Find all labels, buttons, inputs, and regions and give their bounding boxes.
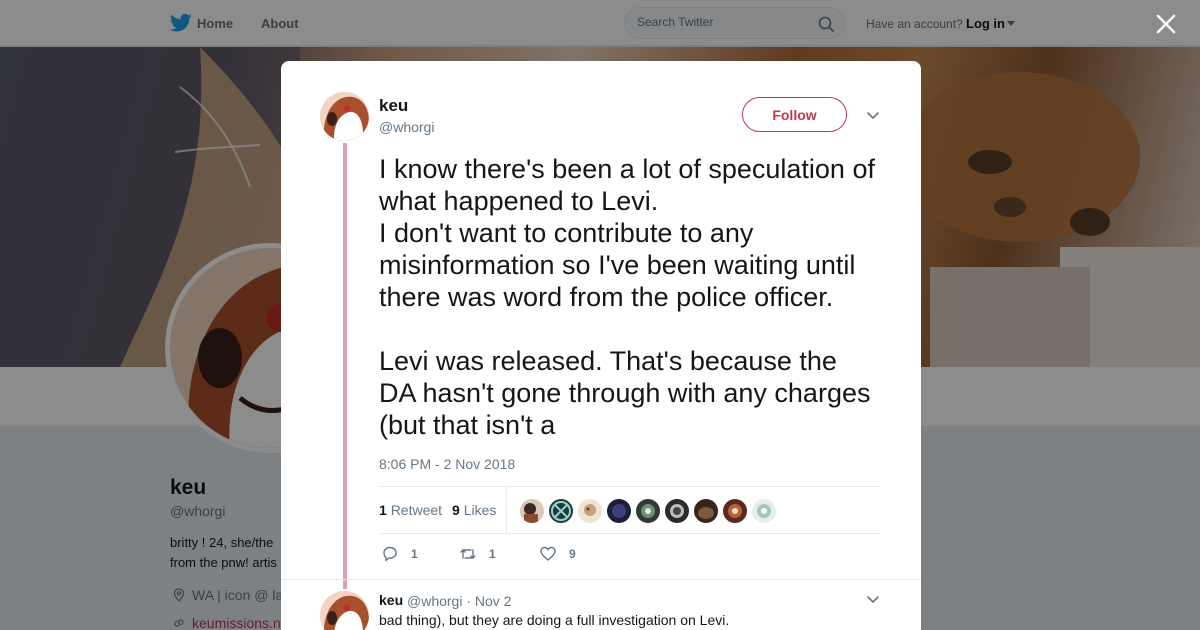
retweet-icon bbox=[460, 549, 476, 559]
chevron-down-icon[interactable] bbox=[867, 596, 879, 604]
retweet-button[interactable]: 1 bbox=[459, 543, 505, 567]
liker-avatar[interactable] bbox=[636, 499, 660, 523]
reply-author-avatar[interactable] bbox=[320, 591, 369, 630]
likes-count: 9 bbox=[452, 502, 460, 518]
likes-label: Likes bbox=[463, 502, 497, 518]
tweet-text: I know there's been a lot of speculation… bbox=[379, 154, 875, 440]
liker-avatar[interactable] bbox=[520, 499, 544, 523]
reply-author-name[interactable]: keu bbox=[379, 592, 403, 608]
tweet-timestamp[interactable]: 8:06 PM - 2 Nov 2018 bbox=[379, 456, 515, 472]
like-action-count: 9 bbox=[569, 547, 576, 561]
reply-icon bbox=[383, 546, 397, 562]
liker-avatar[interactable] bbox=[549, 499, 573, 523]
stats-divider bbox=[506, 487, 507, 533]
tweet-author-avatar[interactable] bbox=[320, 92, 369, 141]
retweets-stat[interactable]: 1 Retweet bbox=[379, 502, 442, 518]
liker-avatar[interactable] bbox=[752, 499, 776, 523]
reply-meta[interactable]: @whorgi · Nov 2 bbox=[407, 593, 511, 609]
reply-divider bbox=[281, 579, 921, 580]
liker-avatar[interactable] bbox=[578, 499, 602, 523]
retweets-label: Retweet bbox=[390, 502, 443, 518]
tweet-stats: 1 Retweet 9 Likes bbox=[379, 486, 881, 534]
retweet-action-count: 1 bbox=[489, 547, 496, 561]
tweet-modal: keu @whorgi Follow I know there's been a… bbox=[281, 61, 921, 630]
retweets-count: 1 bbox=[379, 502, 387, 518]
likes-stat[interactable]: 9 Likes bbox=[452, 502, 496, 518]
liker-avatar[interactable] bbox=[694, 499, 718, 523]
tweet-author-name[interactable]: keu bbox=[379, 96, 408, 116]
tweet-author-handle[interactable]: @whorgi bbox=[379, 119, 434, 135]
like-button[interactable]: 9 bbox=[539, 543, 585, 567]
reply-count: 1 bbox=[411, 547, 418, 561]
tweet-actions: 1 1 9 bbox=[379, 543, 879, 567]
avatar-image bbox=[320, 92, 369, 141]
avatar-image bbox=[320, 591, 369, 630]
chevron-down-icon[interactable] bbox=[867, 112, 879, 120]
liker-avatar[interactable] bbox=[723, 499, 747, 523]
reply-text: bad thing), but they are doing a full in… bbox=[379, 612, 730, 628]
reply-button[interactable]: 1 bbox=[381, 543, 427, 567]
liker-avatar[interactable] bbox=[665, 499, 689, 523]
close-icon[interactable] bbox=[1154, 12, 1178, 36]
follow-button[interactable]: Follow bbox=[742, 97, 847, 132]
heart-icon bbox=[540, 546, 556, 561]
liker-avatar[interactable] bbox=[607, 499, 631, 523]
thread-connector-line bbox=[343, 143, 347, 589]
